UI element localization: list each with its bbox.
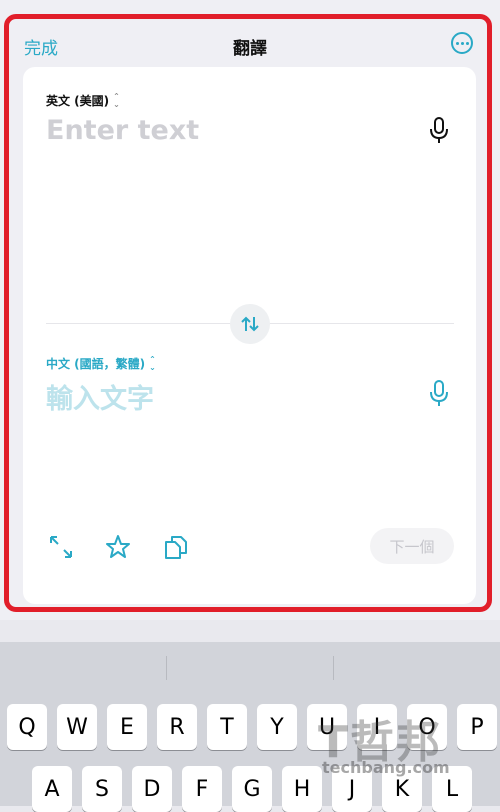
target-microphone-icon[interactable] bbox=[429, 380, 449, 408]
source-microphone-icon[interactable] bbox=[429, 117, 449, 145]
page-title: 翻譯 bbox=[233, 39, 267, 59]
key-p[interactable]: P bbox=[457, 704, 497, 750]
chevron-updown-icon: ⌃ ⌄ bbox=[149, 354, 156, 372]
target-language-label: 中文 (國語，繁體) bbox=[46, 357, 146, 371]
more-options-icon[interactable] bbox=[451, 32, 473, 54]
predictive-separator bbox=[333, 656, 334, 680]
target-text-input[interactable]: 輸入文字 bbox=[46, 377, 154, 416]
swap-arrows-icon bbox=[241, 316, 259, 332]
translation-sheet: 完成 翻譯 英文 (美國) ⌃ ⌄ Enter text 中文 (國語，繁體) ⌃… bbox=[0, 0, 500, 620]
key-s[interactable]: S bbox=[82, 766, 122, 812]
watermark-site: techbang.com bbox=[322, 758, 450, 777]
expand-icon[interactable] bbox=[48, 534, 74, 560]
source-language-label: 英文 (美國) bbox=[46, 94, 110, 108]
key-r[interactable]: R bbox=[157, 704, 197, 750]
key-a[interactable]: A bbox=[32, 766, 72, 812]
key-t[interactable]: T bbox=[207, 704, 247, 750]
target-language-selector[interactable]: 中文 (國語，繁體) ⌃ ⌄ bbox=[46, 355, 156, 372]
next-button[interactable]: 下一個 bbox=[370, 528, 454, 564]
swap-languages-button[interactable] bbox=[230, 304, 270, 344]
source-language-selector[interactable]: 英文 (美國) ⌃ ⌄ bbox=[46, 92, 120, 109]
key-y[interactable]: Y bbox=[257, 704, 297, 750]
predictive-separator bbox=[166, 656, 167, 680]
chevron-updown-icon: ⌃ ⌄ bbox=[113, 91, 120, 109]
translation-card: 英文 (美國) ⌃ ⌄ Enter text 中文 (國語，繁體) ⌃ ⌄ 輸入文字 bbox=[23, 67, 476, 604]
header: 完成 翻譯 bbox=[0, 20, 500, 70]
key-g[interactable]: G bbox=[232, 766, 272, 812]
predictive-bar[interactable] bbox=[0, 642, 500, 692]
key-e[interactable]: E bbox=[107, 704, 147, 750]
key-f[interactable]: F bbox=[182, 766, 222, 812]
key-d[interactable]: D bbox=[132, 766, 172, 812]
key-q[interactable]: Q bbox=[7, 704, 47, 750]
key-w[interactable]: W bbox=[57, 704, 97, 750]
key-h[interactable]: H bbox=[282, 766, 322, 812]
copy-icon[interactable] bbox=[163, 534, 189, 560]
source-text-input[interactable]: Enter text bbox=[46, 115, 199, 146]
star-icon[interactable] bbox=[105, 534, 131, 560]
